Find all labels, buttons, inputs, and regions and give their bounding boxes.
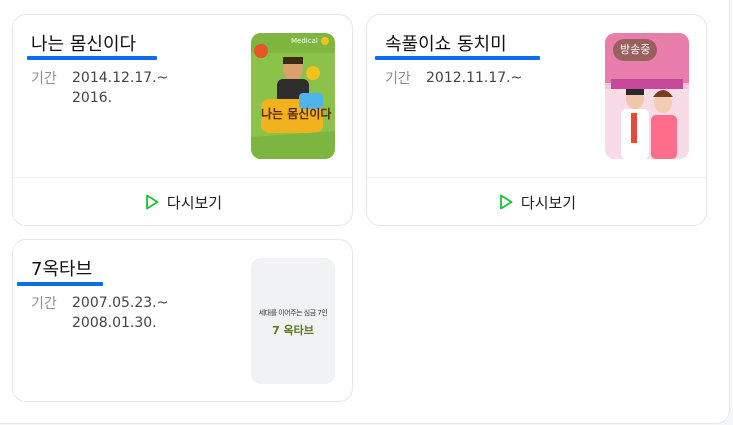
program-card-7octave: 7옥타브 기간 2007.05.23.~ 2008.01.30. 세대를 이어주… bbox=[12, 239, 353, 402]
title-underline bbox=[375, 56, 540, 60]
replay-button[interactable]: 다시보기 bbox=[13, 178, 352, 226]
period-value: 2012.11.17.~ bbox=[426, 70, 523, 86]
program-title[interactable]: 7옥타브 bbox=[31, 259, 92, 281]
program-poster[interactable]: 세대를 이어주는 심금 7인 7 옥타브 bbox=[251, 258, 335, 384]
poster-title: 7 옥타브 bbox=[272, 324, 314, 337]
period-label: 기간 bbox=[31, 296, 57, 312]
period-label: 기간 bbox=[31, 71, 57, 87]
poster-tagline: 세대를 이어주는 심금 7인 bbox=[258, 309, 328, 317]
program-poster[interactable]: 방송중 bbox=[605, 33, 689, 159]
on-air-badge: 방송중 bbox=[613, 39, 658, 61]
program-poster[interactable]: 나는 몸신이다 Medical bbox=[251, 33, 335, 159]
poster-small-text: Medical bbox=[291, 37, 318, 45]
program-card-momsin: 나는 몸신이다 기간 2014.12.17.~ 2016. 나는 몸신이다 Me… bbox=[12, 14, 353, 226]
replay-button[interactable]: 다시보기 bbox=[367, 178, 706, 226]
momsin-poster-image bbox=[251, 33, 335, 159]
program-title[interactable]: 나는 몸신이다 bbox=[31, 34, 136, 56]
play-icon bbox=[499, 194, 513, 210]
title-underline bbox=[17, 282, 103, 286]
play-icon bbox=[145, 194, 159, 210]
replay-label: 다시보기 bbox=[520, 193, 577, 212]
title-underline bbox=[27, 56, 157, 60]
period-value: 2007.05.23.~ 2008.01.30. bbox=[72, 295, 169, 331]
program-title[interactable]: 속풀이쇼 동치미 bbox=[385, 34, 507, 56]
program-card-dongchimi: 속풀이쇼 동치미 기간 2012.11.17.~ 방송중 다시보기 bbox=[366, 14, 707, 226]
period-value: 2014.12.17.~ 2016. bbox=[72, 70, 169, 106]
replay-label: 다시보기 bbox=[166, 193, 223, 212]
poster-title: 나는 몸신이다 bbox=[261, 107, 332, 121]
period-label: 기간 bbox=[385, 71, 411, 87]
